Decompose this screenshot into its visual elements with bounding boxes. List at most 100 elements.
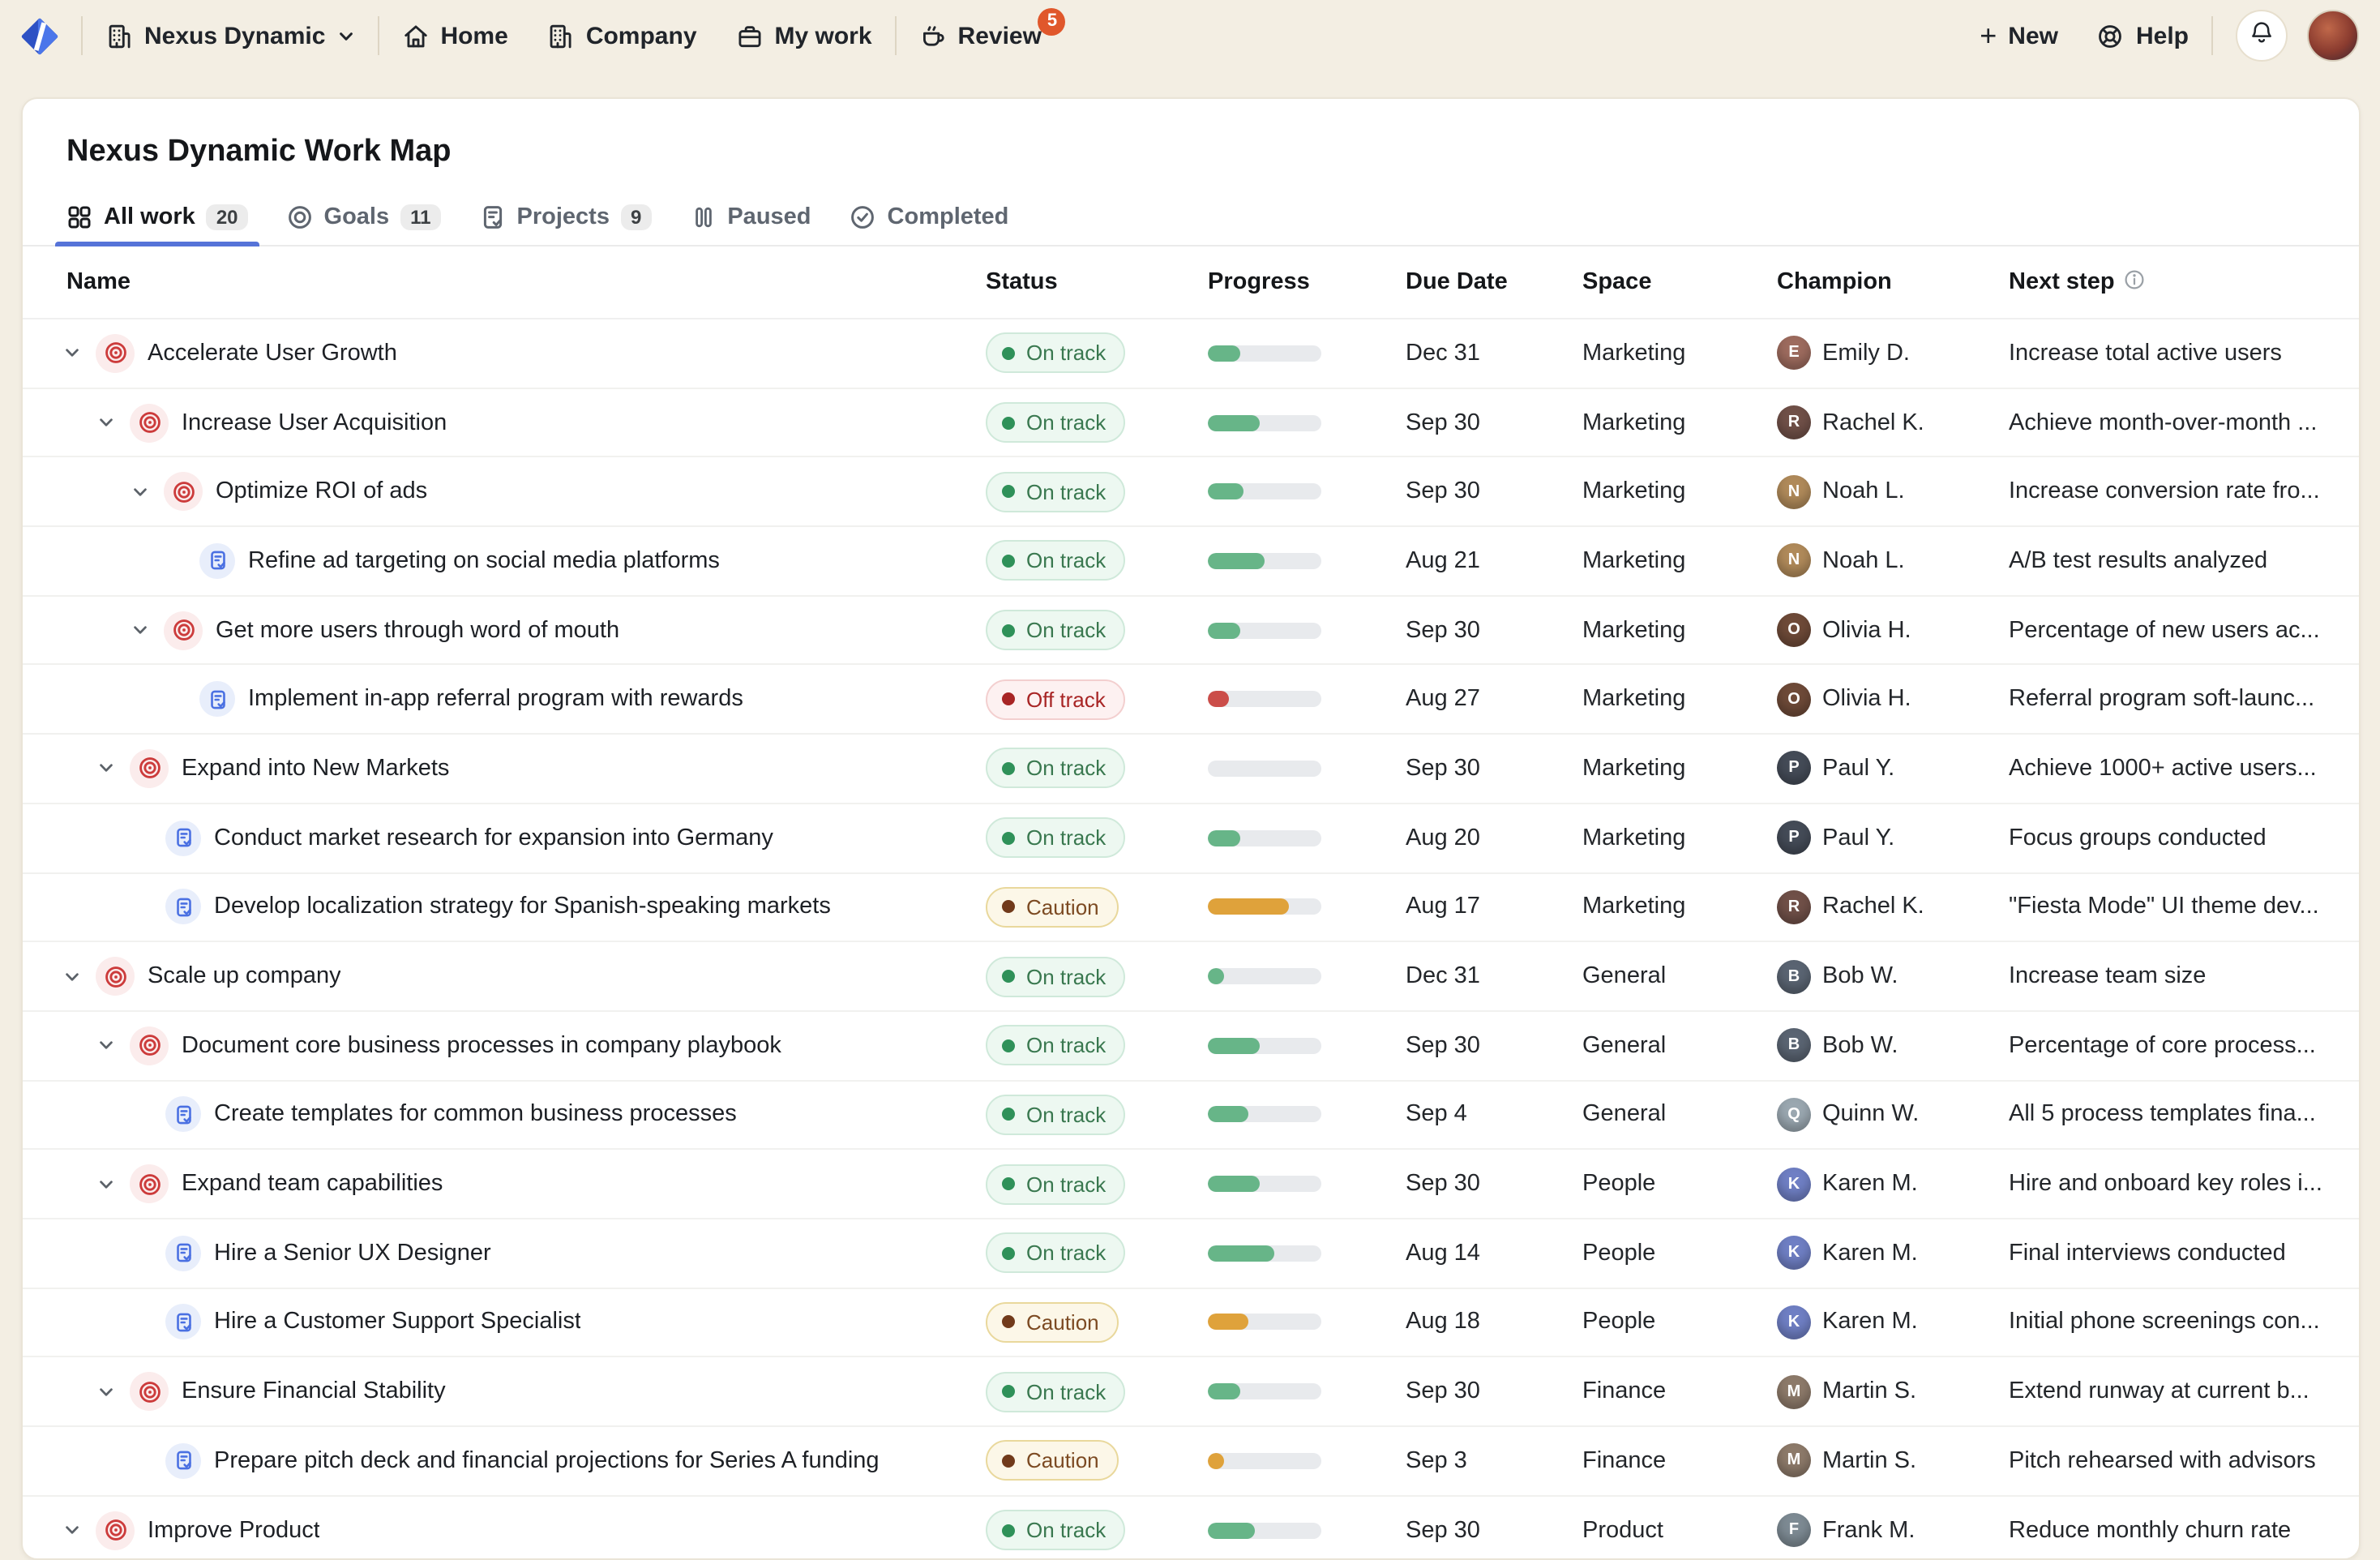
column-header-progress[interactable]: Progress [1208, 269, 1406, 295]
table-row[interactable]: Get more users through word of mouth On … [23, 597, 2359, 666]
expand-chevron-icon[interactable] [63, 1521, 96, 1539]
status-badge[interactable]: Off track [986, 679, 1125, 720]
due-date: Sep 30 [1406, 1517, 1582, 1543]
table-row[interactable]: Conduct market research for expansion in… [23, 804, 2359, 873]
row-progress-cell [1208, 829, 1406, 846]
goal-target-icon [130, 1372, 169, 1411]
champion-avatar: Q [1777, 1098, 1811, 1132]
status-badge[interactable]: On track [986, 1025, 1125, 1065]
project-document-icon [165, 820, 201, 855]
status-badge[interactable]: On track [986, 333, 1125, 374]
status-badge[interactable]: On track [986, 1233, 1125, 1274]
expand-chevron-icon[interactable] [97, 760, 130, 778]
table-row[interactable]: Expand into New Markets On track Sep 30 … [23, 735, 2359, 804]
table-row[interactable]: Improve Product On track Sep 30 Product … [23, 1496, 2359, 1560]
tab-paused[interactable]: Paused [690, 190, 811, 245]
status-badge[interactable]: On track [986, 1095, 1125, 1135]
table-row[interactable]: Refine ad targeting on social media plat… [23, 527, 2359, 596]
table-row[interactable]: Hire a Customer Support Specialist Cauti… [23, 1288, 2359, 1357]
row-champion-cell: R Rachel K. [1777, 405, 2009, 439]
row-champion-cell: O Olivia H. [1777, 613, 2009, 647]
org-switcher[interactable]: Nexus Dynamic [105, 22, 354, 49]
table-row[interactable]: Optimize ROI of ads On track Sep 30 Mark… [23, 458, 2359, 527]
tab-completed[interactable]: Completed [850, 190, 1009, 245]
champion-avatar: M [1777, 1374, 1811, 1408]
column-header-due-date[interactable]: Due Date [1406, 269, 1582, 295]
goal-target-icon [130, 1164, 169, 1203]
building-icon [547, 22, 575, 49]
status-badge[interactable]: On track [986, 1371, 1125, 1412]
table-row[interactable]: Implement in-app referral program with r… [23, 666, 2359, 735]
status-badge[interactable]: On track [986, 471, 1125, 512]
champion-name: Noah L. [1822, 478, 1905, 504]
progress-bar [1208, 1453, 1321, 1469]
status-dot [1002, 1177, 1015, 1190]
champion-avatar: R [1777, 890, 1811, 924]
champion-avatar: N [1777, 474, 1811, 508]
help-label: Help [2136, 22, 2189, 49]
new-button[interactable]: + New [1980, 21, 2058, 50]
column-header-name[interactable]: Name [45, 269, 986, 295]
status-badge[interactable]: On track [986, 817, 1125, 858]
status-badge[interactable]: On track [986, 610, 1125, 650]
table-row[interactable]: Ensure Financial Stability On track Sep … [23, 1358, 2359, 1427]
status-badge[interactable]: On track [986, 748, 1125, 789]
status-dot [1002, 347, 1015, 360]
table-row[interactable]: Increase User Acquisition On track Sep 3… [23, 388, 2359, 457]
status-badge[interactable]: On track [986, 541, 1125, 581]
nav-item-my-work[interactable]: My work [736, 22, 872, 49]
progress-bar-fill [1208, 1383, 1239, 1399]
topbar-left: Nexus Dynamic Home [21, 16, 1042, 55]
expand-chevron-icon[interactable] [63, 345, 96, 362]
item-name: Improve Product [148, 1517, 320, 1543]
expand-chevron-icon[interactable] [97, 414, 130, 431]
app-logo-icon[interactable] [21, 17, 58, 54]
table-row[interactable]: Expand team capabilities On track Sep 30… [23, 1151, 2359, 1219]
view-tabs: All work 20 Goals 11 Projects [23, 190, 2359, 246]
nav-item-review[interactable]: Review 5 [919, 22, 1042, 49]
due-date: Sep 30 [1406, 756, 1582, 782]
due-date: Sep 30 [1406, 1032, 1582, 1058]
tab-all-work[interactable]: All work 20 [66, 190, 248, 245]
expand-chevron-icon[interactable] [63, 967, 96, 985]
nav-item-company[interactable]: Company [547, 22, 697, 49]
table-row[interactable]: Document core business processes in comp… [23, 1012, 2359, 1081]
expand-chevron-icon[interactable] [97, 1175, 130, 1193]
user-avatar[interactable] [2307, 10, 2359, 62]
due-date: Dec 31 [1406, 341, 1582, 366]
table-row[interactable]: Scale up company On track Dec 31 General… [23, 942, 2359, 1011]
status-badge[interactable]: On track [986, 956, 1125, 996]
row-name-cell: Implement in-app referral program with r… [45, 682, 986, 718]
progress-bar-fill [1208, 829, 1239, 846]
column-header-next-step[interactable]: Next step [2009, 268, 2336, 296]
champion-avatar: O [1777, 683, 1811, 717]
row-status-cell: Caution [986, 1302, 1208, 1343]
table-row[interactable]: Create templates for common business pro… [23, 1081, 2359, 1150]
status-badge[interactable]: Caution [986, 1302, 1119, 1343]
table-row[interactable]: Prepare pitch deck and financial project… [23, 1427, 2359, 1496]
status-label: On track [1026, 1379, 1106, 1404]
status-dot [1002, 1524, 1015, 1536]
notifications-button[interactable] [2236, 10, 2288, 62]
expand-chevron-icon[interactable] [97, 1382, 130, 1400]
help-button[interactable]: Help [2097, 22, 2189, 49]
column-header-champion[interactable]: Champion [1777, 269, 2009, 295]
nav-item-home[interactable]: Home [401, 22, 507, 49]
column-header-status[interactable]: Status [986, 269, 1208, 295]
expand-chevron-icon[interactable] [131, 482, 164, 500]
progress-bar-fill [1208, 553, 1265, 569]
status-dot [1002, 555, 1015, 568]
table-row[interactable]: Accelerate User Growth On track Dec 31 M… [23, 319, 2359, 388]
table-row[interactable]: Hire a Senior UX Designer On track Aug 1… [23, 1219, 2359, 1288]
status-badge[interactable]: Caution [986, 887, 1119, 928]
column-header-space[interactable]: Space [1582, 269, 1777, 295]
expand-chevron-icon[interactable] [97, 1036, 130, 1054]
tab-goals[interactable]: Goals 11 [287, 190, 441, 245]
status-badge[interactable]: On track [986, 402, 1125, 443]
expand-chevron-icon[interactable] [131, 621, 164, 639]
status-badge[interactable]: On track [986, 1164, 1125, 1204]
tab-projects[interactable]: Projects 9 [480, 190, 652, 245]
table-row[interactable]: Develop localization strategy for Spanis… [23, 873, 2359, 942]
status-badge[interactable]: Caution [986, 1441, 1119, 1481]
info-icon[interactable] [2125, 268, 2146, 296]
